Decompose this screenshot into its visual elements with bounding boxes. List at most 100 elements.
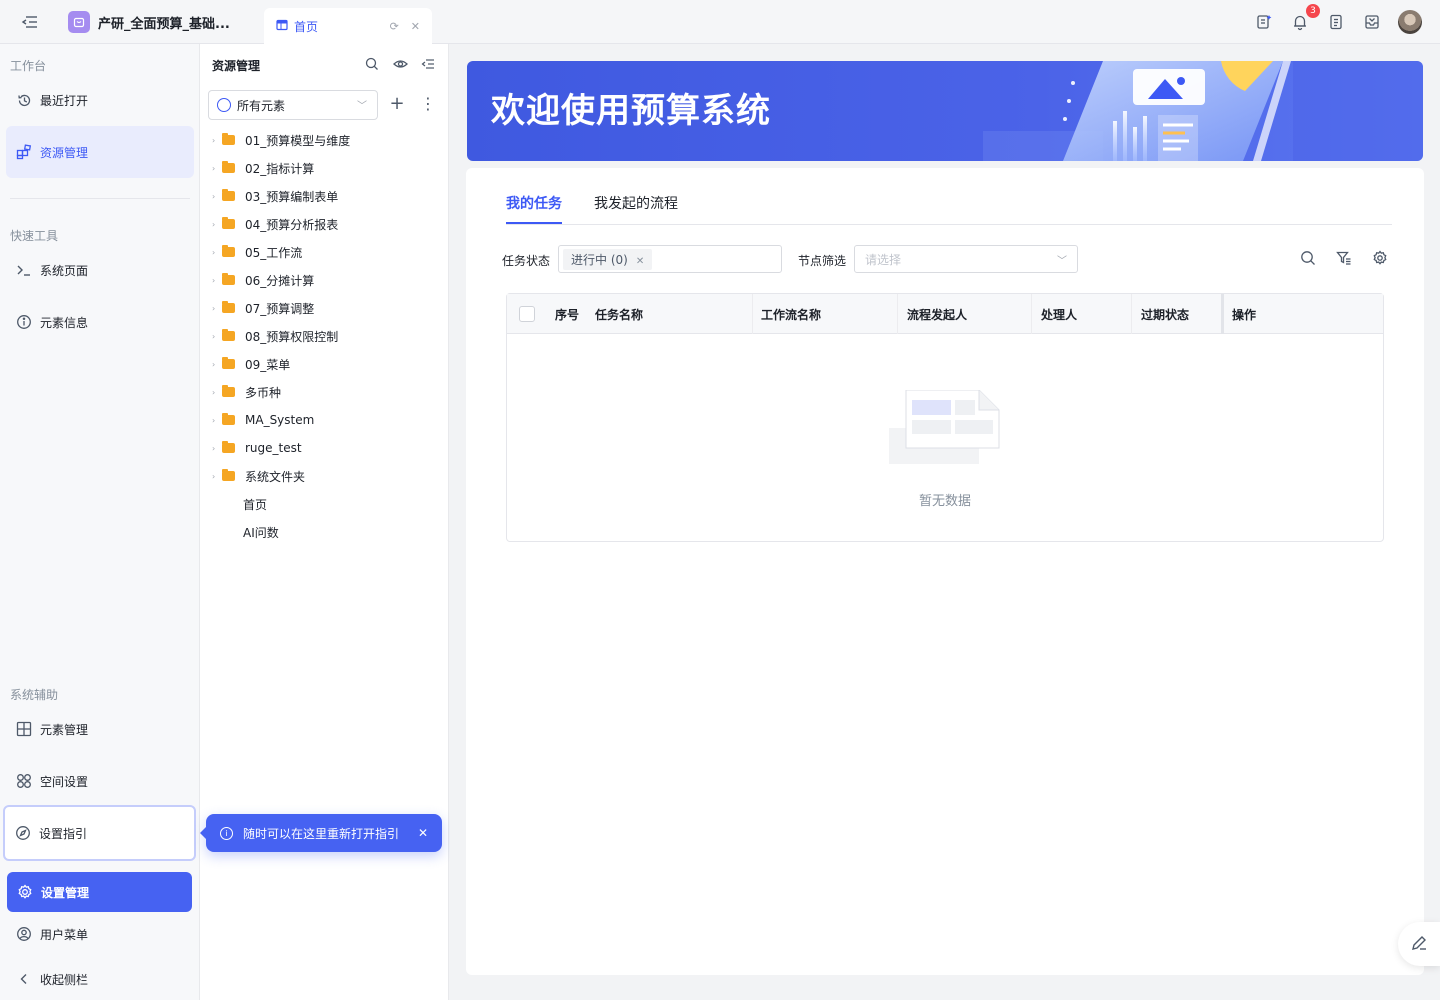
close-icon[interactable]: ✕ (636, 256, 644, 267)
tree-title: 资源管理 (212, 59, 261, 73)
close-icon[interactable]: ✕ (411, 20, 420, 33)
edit-float-button[interactable] (1398, 922, 1440, 966)
chevron-right-icon[interactable]: › (212, 416, 222, 425)
search-icon[interactable] (364, 56, 380, 72)
column-header[interactable]: 序号 (555, 306, 579, 323)
column-header[interactable]: 工作流名称 (761, 306, 821, 323)
chevron-right-icon[interactable]: › (212, 388, 222, 397)
column-header[interactable]: 操作 (1232, 306, 1256, 323)
task-sparkle-icon[interactable] (1254, 12, 1274, 32)
chevron-right-icon[interactable]: › (212, 444, 222, 453)
sidebar-item-system-pages[interactable]: 系统页面 (6, 250, 194, 290)
folder-icon (222, 469, 235, 481)
column-separator[interactable] (1131, 294, 1132, 334)
tree-folder-item[interactable]: › 06_分摊计算 (200, 266, 449, 294)
sidebar-item-collapse[interactable]: 收起侧栏 (6, 959, 194, 999)
column-header[interactable]: 任务名称 (595, 306, 643, 323)
search-icon[interactable] (1300, 250, 1316, 266)
tree-folder-item[interactable]: › ruge_test (200, 434, 449, 462)
menu-collapse-icon[interactable] (20, 12, 40, 32)
pen-icon (1410, 934, 1428, 955)
terminal-icon (16, 262, 32, 278)
tree-folder-item[interactable]: › 系统文件夹 (200, 462, 449, 490)
element-filter-select[interactable]: 所有元素 ﹀ (208, 90, 378, 120)
tree-list: › 01_预算模型与维度 › 02_指标计算 › 03_预算编制表单 › 04_预算分析报表 ›… (200, 126, 449, 546)
sidebar-item-setup-guide[interactable]: 设置指引 (3, 805, 196, 861)
column-header[interactable]: 过期状态 (1141, 306, 1189, 323)
empty-state: 暂无数据 (507, 334, 1383, 541)
app-logo-icon (68, 11, 90, 33)
chevron-right-icon[interactable]: › (212, 332, 222, 341)
tree-folder-item[interactable]: › 02_指标计算 (200, 154, 449, 182)
tree-folder-item[interactable]: › MA_System (200, 406, 449, 434)
sidebar-item-label: 最近打开 (40, 93, 89, 108)
chevron-right-icon[interactable]: › (212, 164, 222, 173)
tree-folder-item[interactable]: › 03_预算编制表单 (200, 182, 449, 210)
column-header[interactable]: 流程发起人 (907, 306, 967, 323)
tree-folder-item[interactable]: › 01_预算模型与维度 (200, 126, 449, 154)
compass-icon (217, 98, 231, 112)
chevron-right-icon[interactable]: › (212, 136, 222, 145)
chevron-right-icon[interactable]: › (212, 220, 222, 229)
chevron-right-icon[interactable]: › (212, 192, 222, 201)
sidebar-item-label: 设置指引 (39, 826, 88, 841)
avatar[interactable] (1398, 10, 1422, 34)
element-filter-value: 所有元素 (237, 98, 286, 113)
gear-icon[interactable] (1372, 250, 1388, 266)
inbox-icon[interactable] (1362, 12, 1382, 32)
filter-icon[interactable] (1336, 250, 1352, 266)
tree-folder-item[interactable]: › 04_预算分析报表 (200, 210, 449, 238)
tree-folder-item[interactable]: › 08_预算权限控制 (200, 322, 449, 350)
more-vertical-icon[interactable]: ⋮ (420, 94, 436, 114)
bell-icon[interactable]: 3 (1290, 4, 1320, 32)
sidebar-item-resources[interactable]: 资源管理 (6, 126, 194, 178)
tree-leaf-item[interactable]: AI问数 (200, 518, 449, 546)
chevron-right-icon[interactable]: › (212, 360, 222, 369)
sidebar-item-recent[interactable]: 最近打开 (6, 80, 194, 120)
tree-folder-item[interactable]: › 05_工作流 (200, 238, 449, 266)
tab-started-flows[interactable]: 我发起的流程 (594, 193, 678, 213)
select-all-checkbox[interactable] (519, 306, 535, 322)
sidebar-item-space-settings[interactable]: 空间设置 (6, 761, 194, 801)
tree-item-label: 09_菜单 (245, 357, 291, 372)
sidebar-item-settings-mgmt[interactable]: 设置管理 (7, 872, 192, 912)
tree-folder-item[interactable]: › 07_预算调整 (200, 294, 449, 322)
tab-home[interactable]: 首页 ⟳ ✕ (264, 8, 432, 44)
folder-icon (222, 329, 235, 341)
tab-my-tasks[interactable]: 我的任务 (506, 193, 562, 213)
empty-data-illustration (889, 390, 1000, 464)
chevron-right-icon[interactable]: › (212, 304, 222, 313)
folder-icon (222, 189, 235, 201)
collapse-panel-icon[interactable] (420, 56, 436, 72)
sidebar-item-element-mgmt[interactable]: 元素管理 (6, 709, 194, 749)
tree-folder-item[interactable]: › 09_菜单 (200, 350, 449, 378)
sidebar-item-element-info[interactable]: 元素信息 (6, 302, 194, 342)
column-separator[interactable] (1031, 294, 1032, 334)
chevron-right-icon[interactable]: › (212, 472, 222, 481)
chevron-right-icon[interactable]: › (212, 276, 222, 285)
app-tab[interactable]: 产研_全面预算_基础... (58, 0, 258, 44)
node-filter-select[interactable]: 请选择 ﹀ (854, 245, 1078, 273)
eye-icon[interactable] (392, 56, 408, 72)
tree-item-label: 03_预算编制表单 (245, 189, 339, 204)
info-icon: i (220, 826, 233, 840)
close-icon[interactable]: ✕ (418, 826, 428, 840)
tree-leaf-item[interactable]: 首页 (200, 490, 449, 518)
refresh-icon[interactable]: ⟳ (390, 20, 399, 33)
section-assist-title: 系统辅助 (10, 688, 59, 702)
task-tabs: 我的任务 我发起的流程 (506, 168, 1392, 225)
sidebar-item-user-menu[interactable]: 用户菜单 (6, 914, 194, 954)
section-tools-title: 快速工具 (10, 229, 59, 243)
sidebar-item-label: 收起侧栏 (40, 972, 89, 987)
tree-item-label: 07_预算调整 (245, 301, 315, 316)
space-icon (16, 773, 32, 789)
column-separator[interactable] (897, 294, 898, 334)
column-separator[interactable] (752, 294, 753, 334)
task-status-select[interactable]: 进行中 (0) ✕ (558, 245, 782, 273)
document-icon[interactable] (1326, 12, 1346, 32)
add-icon[interactable]: + (388, 94, 406, 114)
column-header[interactable]: 处理人 (1041, 306, 1077, 323)
chevron-right-icon[interactable]: › (212, 248, 222, 257)
tree-folder-item[interactable]: › 多币种 (200, 378, 449, 406)
folder-icon (222, 161, 235, 173)
